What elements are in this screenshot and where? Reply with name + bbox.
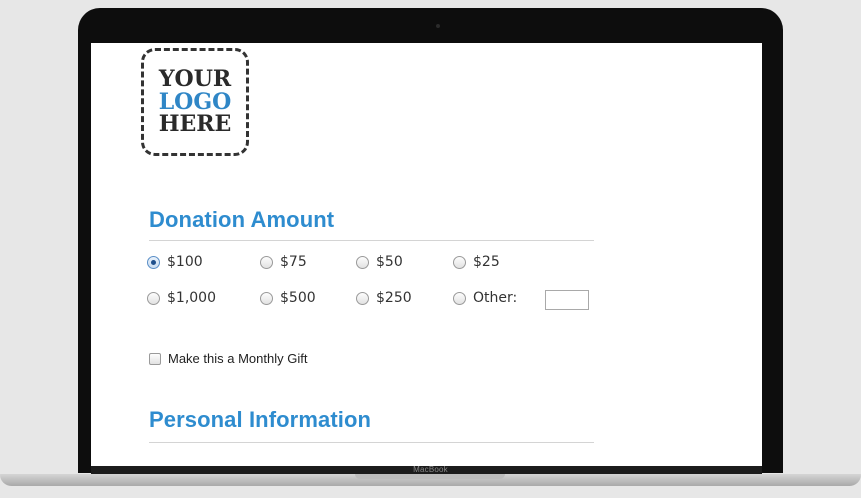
laptop-notch [355, 474, 505, 479]
radio-button[interactable] [356, 255, 369, 269]
amount-option-250[interactable]: $250 [356, 290, 412, 306]
radio-button[interactable] [260, 291, 273, 305]
other-amount-input[interactable] [545, 290, 589, 310]
donation-amount-heading: Donation Amount [149, 207, 335, 232]
amount-option-75[interactable]: $75 [260, 254, 307, 270]
device-brand-label: MacBook [413, 465, 448, 474]
amount-option-other[interactable]: Other: [453, 290, 517, 306]
monthly-gift-checkbox[interactable] [149, 352, 161, 365]
amount-label: $50 [376, 254, 403, 270]
amount-option-500[interactable]: $500 [260, 290, 316, 306]
amount-label: $1,000 [167, 290, 216, 306]
logo-line-3: HERE [158, 111, 232, 138]
divider [149, 240, 594, 241]
personal-information-heading: Personal Information [149, 407, 372, 432]
monthly-gift-option[interactable]: Make this a Monthly Gift [149, 351, 307, 366]
browser-screen: YOUR LOGO HERE Donation Amount $100 $75 … [91, 43, 762, 466]
amount-option-25[interactable]: $25 [453, 254, 500, 270]
amount-label: $25 [473, 254, 500, 270]
amount-label: $500 [280, 290, 316, 306]
amount-option-50[interactable]: $50 [356, 254, 403, 270]
amount-label: $250 [376, 290, 412, 306]
camera-icon [436, 24, 440, 28]
radio-button[interactable] [147, 291, 160, 305]
amount-label: $100 [167, 254, 203, 270]
logo-line-2: LOGO [158, 88, 232, 115]
radio-button-selected[interactable] [147, 255, 160, 269]
radio-button[interactable] [356, 291, 369, 305]
amount-label: Other: [473, 290, 518, 306]
amount-option-1000[interactable]: $1,000 [147, 290, 216, 306]
monthly-gift-label: Make this a Monthly Gift [168, 351, 308, 366]
divider [149, 442, 594, 443]
radio-button[interactable] [260, 255, 273, 269]
amount-option-100[interactable]: $100 [147, 254, 203, 270]
logo-line-1: YOUR [158, 65, 232, 92]
amount-label: $75 [280, 254, 307, 270]
logo-placeholder: YOUR LOGO HERE [141, 48, 249, 156]
radio-button[interactable] [453, 255, 466, 269]
radio-button[interactable] [453, 291, 466, 305]
